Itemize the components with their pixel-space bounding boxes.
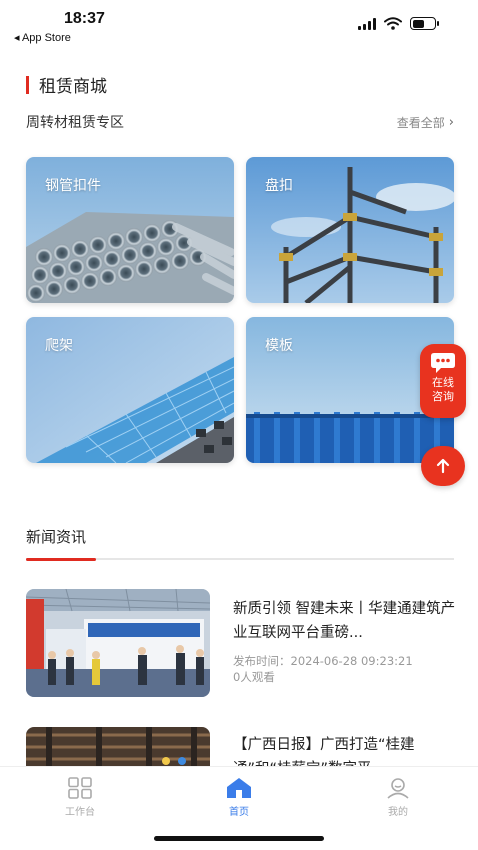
- view-all-link[interactable]: 查看全部 ›: [397, 114, 454, 131]
- back-to-top-button[interactable]: [421, 446, 465, 486]
- news-thumbnail: [26, 727, 210, 767]
- status-bar: 18:37 ◂ App Store: [0, 0, 478, 46]
- news-item[interactable]: 新质引领 智建未来丨华建通建筑产业互联网平台重磅... 发布时间：2024-06…: [26, 589, 455, 699]
- tab-label: 工作台: [65, 807, 95, 818]
- tab-mine[interactable]: 我的: [358, 777, 438, 818]
- status-time: 18:37: [64, 10, 105, 27]
- category-card-disc-lock[interactable]: 盘扣: [246, 157, 454, 303]
- rental-zone-header: 周转材租赁专区 查看全部 ›: [26, 112, 454, 132]
- signal-icon: [358, 17, 376, 30]
- arrow-up-icon: [436, 458, 450, 474]
- status-icons: [358, 17, 439, 30]
- tab-label: 首页: [229, 807, 249, 818]
- category-label: 模板: [265, 338, 293, 354]
- section-accent-bar: [26, 75, 29, 94]
- home-icon: [227, 778, 251, 798]
- news-publish-time: 发布时间：2024-06-28 09:23:21: [233, 653, 413, 669]
- user-icon: [387, 778, 409, 799]
- warehouse-photo: [26, 727, 210, 767]
- category-card-steel-pipe[interactable]: 钢管扣件: [26, 157, 234, 303]
- online-consult-label: 在线咨询: [432, 376, 454, 403]
- view-all-label: 查看全部: [396, 115, 445, 130]
- tab-label: 我的: [388, 807, 408, 818]
- exhibition-photo: [26, 589, 210, 697]
- category-card-climbing-frame[interactable]: 爬架: [26, 317, 234, 463]
- publish-label: 发布时间：: [233, 654, 291, 668]
- news-thumbnail: [26, 589, 210, 697]
- rental-zone-title: 周转材租赁专区: [26, 115, 124, 131]
- news-tab-indicator: [26, 558, 96, 561]
- wifi-icon: [384, 17, 402, 30]
- section-title: 租赁商城: [39, 77, 107, 97]
- news-heading[interactable]: 新闻资讯: [26, 526, 86, 547]
- category-label: 盘扣: [265, 178, 293, 194]
- section-header: 租赁商城: [26, 72, 107, 97]
- news-title: 【广西日报】广西打造“桂建通”和“桂薪宝”数字平...: [233, 737, 415, 767]
- chat-bubble-icon: [431, 353, 455, 373]
- news-view-count: 0人观看: [233, 670, 275, 684]
- publish-time-value: 2024-06-28 09:23:21: [290, 654, 413, 668]
- news-item[interactable]: 【广西日报】广西打造“桂建通”和“桂薪宝”数字平...: [26, 727, 454, 767]
- news-title: 新质引领 智建未来丨华建通建筑产业互联网平台重磅...: [233, 601, 456, 641]
- tab-workbench[interactable]: 工作台: [40, 777, 120, 818]
- back-to-app-store[interactable]: ◂ App Store: [14, 31, 71, 44]
- chevron-right-icon: ›: [448, 114, 454, 130]
- battery-icon: [410, 17, 439, 30]
- grid-icon: [68, 777, 92, 799]
- category-label: 钢管扣件: [45, 178, 101, 194]
- category-label: 爬架: [45, 338, 73, 354]
- tab-home[interactable]: 首页: [199, 777, 279, 818]
- online-consult-button[interactable]: 在线咨询: [420, 344, 466, 418]
- home-indicator: [154, 836, 324, 841]
